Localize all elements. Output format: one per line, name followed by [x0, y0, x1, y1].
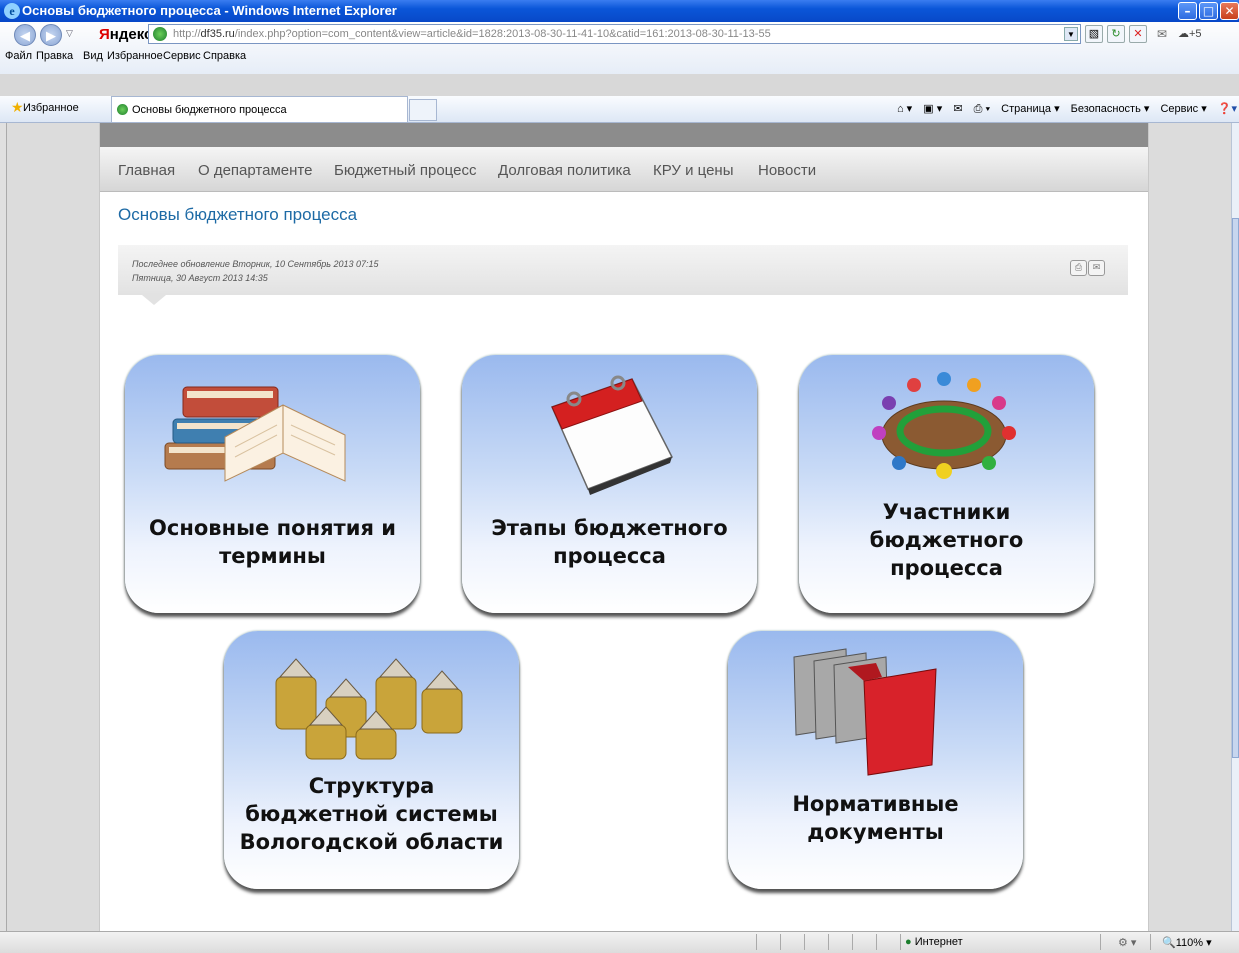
favorites-bar: ★ Избранное Основы бюджетного процесса ⌂ …	[0, 96, 1239, 123]
created-date: Пятница, 30 Август 2013 14:35	[132, 273, 268, 283]
yandex-brand[interactable]: Яндекс	[99, 26, 152, 43]
weather-extra[interactable]: ☁+5	[1178, 27, 1202, 40]
rss-icon[interactable]: ▣ ▾	[923, 103, 942, 115]
folders-icon	[793, 648, 937, 776]
print-icon[interactable]: ⎙	[1070, 260, 1087, 276]
menu-favorites[interactable]: Избранное	[107, 50, 163, 62]
mail-icon[interactable]: ✉	[1157, 27, 1167, 41]
zoom-level[interactable]: 🔍110% ▾	[1162, 936, 1212, 949]
favorites-button[interactable]: ★ Избранное	[11, 99, 79, 115]
tile-participants-label-1: Участники	[882, 500, 1011, 524]
address-toolbar: ◀ ▶ ▽ Яндекс http://df35.ru/index.php?op…	[0, 22, 1239, 74]
tile-budget-structure-label-1: Структура	[308, 774, 435, 798]
new-tab-button[interactable]	[409, 99, 437, 121]
window-title: Основы бюджетного процесса - Windows Int…	[22, 3, 397, 18]
refresh-icon[interactable]: ↻	[1107, 25, 1125, 43]
window-titlebar: e Основы бюджетного процесса - Windows I…	[0, 0, 1239, 22]
vertical-scrollbar[interactable]	[1231, 123, 1239, 931]
nav-department[interactable]: О департаменте	[198, 162, 312, 179]
star-icon: ★	[11, 99, 24, 115]
scrollbar-thumb[interactable]	[1232, 218, 1239, 758]
history-dropdown-icon[interactable]: ▽	[66, 28, 73, 39]
menu-file[interactable]: Файл	[5, 50, 32, 62]
back-icon[interactable]: ◀	[14, 24, 36, 46]
ie-logo-icon: e	[4, 3, 20, 19]
calendar-icon	[550, 375, 674, 495]
home-icon[interactable]: ⌂ ▾	[897, 103, 912, 115]
nav-kru-prices[interactable]: КРУ и цены	[653, 162, 734, 179]
tile-participants[interactable]: Участники бюджетного процесса	[799, 355, 1094, 613]
browser-tab[interactable]: Основы бюджетного процесса	[111, 96, 408, 122]
tab-title: Основы бюджетного процесса	[132, 104, 287, 116]
updated-date: Последнее обновление Вторник, 10 Сентябр…	[132, 259, 379, 269]
tile-budget-structure-label-2: бюджетной системы	[245, 802, 498, 826]
globe-icon: ●	[905, 936, 912, 948]
tile-budget-stages[interactable]: Этапы бюджетного процесса	[462, 355, 757, 613]
books-icon	[164, 386, 346, 482]
globe-icon	[153, 27, 167, 41]
tile-basic-terms[interactable]: Основные понятия и термины	[125, 355, 420, 613]
menu-help[interactable]: Справка	[203, 50, 246, 62]
compat-view-icon[interactable]: ▧	[1085, 25, 1103, 43]
status-bar: ● Интернет ⚙ ▾ 🔍110% ▾	[0, 931, 1239, 953]
tile-budget-stages-label-2: процесса	[553, 544, 666, 568]
tile-regulatory-docs-label-2: документы	[807, 820, 944, 844]
nav-home[interactable]: Главная	[118, 162, 175, 179]
page-viewport: Главная О департаменте Бюджетный процесс…	[7, 123, 1231, 931]
meta-notch	[142, 295, 166, 305]
page-title[interactable]: Основы бюджетного процесса	[118, 205, 357, 225]
site-nav: Главная О департаменте Бюджетный процесс…	[100, 147, 1148, 192]
nav-debt-policy[interactable]: Долговая политика	[498, 162, 631, 179]
url-dropdown-icon[interactable]: ▼	[1064, 27, 1078, 41]
window-left-border	[0, 123, 7, 931]
read-mail-icon[interactable]: ✉	[953, 103, 962, 115]
stop-icon[interactable]: ✕	[1129, 25, 1147, 43]
tile-regulatory-docs-label-1: Нормативные	[792, 792, 959, 816]
tile-regulatory-docs[interactable]: Нормативные документы	[728, 631, 1023, 889]
tile-budget-structure[interactable]: Структура бюджетной системы Вологодской …	[224, 631, 519, 889]
safety-menu[interactable]: Безопасность ▾	[1071, 103, 1150, 115]
page-menu[interactable]: Страница ▾	[1001, 103, 1059, 115]
minimize-button[interactable]: –	[1178, 2, 1197, 20]
email-icon[interactable]: ✉	[1088, 260, 1105, 276]
address-input[interactable]: http://df35.ru/index.php?option=com_cont…	[148, 24, 1081, 44]
security-zone[interactable]: ● Интернет	[905, 936, 963, 948]
tile-participants-label-3: процесса	[890, 556, 1003, 580]
print-icon[interactable]: ⎙ ▾	[974, 103, 990, 115]
tile-basic-terms-label-1: Основные понятия и	[149, 516, 396, 540]
command-bar: ⌂ ▾ ▣ ▾ ✉ ⎙ ▾ Страница ▾ Безопасность ▾ …	[889, 102, 1237, 116]
page-content: Главная О департаменте Бюджетный процесс…	[99, 123, 1149, 931]
tab-favicon-icon	[117, 104, 128, 115]
tools-menu[interactable]: Сервис ▾	[1160, 103, 1206, 115]
menu-view[interactable]: Вид	[83, 50, 103, 62]
header-strip	[100, 123, 1148, 147]
article-meta: Последнее обновление Вторник, 10 Сентябр…	[118, 245, 1128, 305]
coins-houses-icon	[275, 658, 463, 760]
forward-icon[interactable]: ▶	[40, 24, 62, 46]
tile-budget-stages-label-1: Этапы бюджетного	[491, 516, 728, 540]
maximize-button[interactable]: □	[1199, 2, 1218, 20]
tile-budget-structure-label-3: Вологодской области	[239, 830, 504, 854]
nav-budget-process[interactable]: Бюджетный процесс	[334, 162, 476, 179]
protected-mode-icon[interactable]: ⚙ ▾	[1118, 936, 1136, 949]
help-icon[interactable]: ❓▾	[1218, 103, 1237, 115]
menu-tools[interactable]: Сервис	[163, 50, 201, 62]
tile-participants-label-2: бюджетного	[869, 528, 1024, 552]
tile-basic-terms-label-2: термины	[219, 544, 326, 568]
nav-news[interactable]: Новости	[758, 162, 816, 179]
meeting-table-icon	[872, 372, 1016, 479]
close-button[interactable]: ✕	[1220, 2, 1239, 20]
menu-edit[interactable]: Правка	[36, 50, 73, 62]
